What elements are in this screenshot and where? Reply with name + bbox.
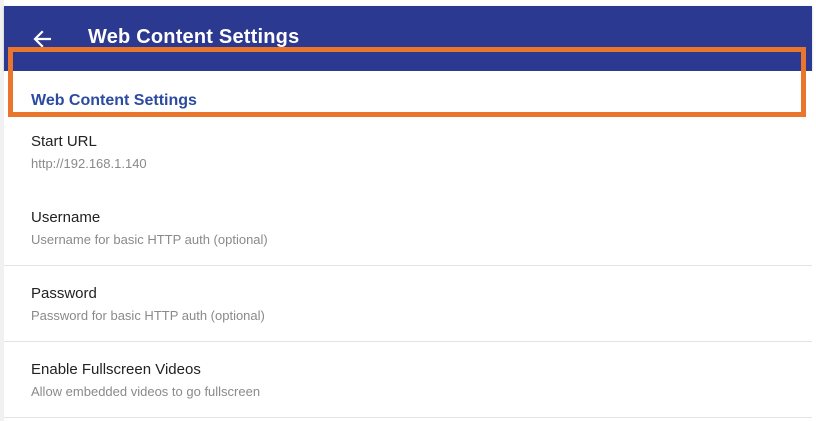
settings-screen: Web Content Settings Web Content Setting… [0,0,816,421]
app-bar: Web Content Settings [4,6,812,71]
section-header: Web Content Settings [31,92,197,109]
pref-summary: http://192.168.1.140 [31,156,147,171]
settings-content: Web Content Settings Start URL http://19… [4,71,812,421]
pref-title: Username [31,209,101,226]
pref-fullscreen-videos[interactable]: Enable Fullscreen Videos Allow embedded … [4,360,812,418]
pref-title: Start URL [31,133,97,150]
pref-username[interactable]: Username Username for basic HTTP auth (o… [4,208,812,266]
pref-password[interactable]: Password Password for basic HTTP auth (o… [4,284,812,342]
app-bar-title: Web Content Settings [88,26,300,48]
arrow-left-icon [33,30,51,48]
pref-summary: Password for basic HTTP auth (optional) [31,308,265,323]
pref-title: Password [31,285,97,302]
pref-summary: Allow embedded videos to go fullscreen [31,384,261,399]
pref-start-url[interactable]: Start URL http://192.168.1.140 [4,132,812,188]
pref-summary: Username for basic HTTP auth (optional) [31,232,268,247]
pref-title: Enable Fullscreen Videos [31,361,201,378]
back-button[interactable] [26,23,58,55]
